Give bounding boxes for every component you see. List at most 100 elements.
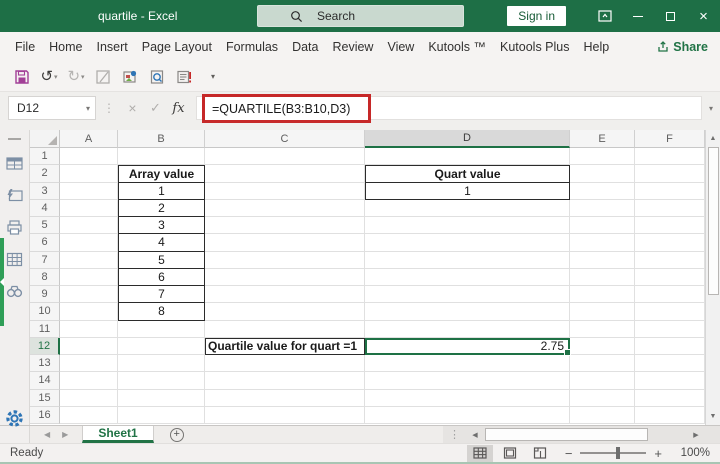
- tab-kutools[interactable]: Kutools ™: [422, 40, 492, 54]
- tab-kutools-plus[interactable]: Kutools Plus: [494, 40, 575, 54]
- previous-sheet-icon[interactable]: ◀: [44, 430, 50, 439]
- scroll-right-icon[interactable]: ▶: [688, 427, 704, 443]
- cell-E9[interactable]: [570, 286, 635, 303]
- cell-A12[interactable]: [60, 338, 118, 355]
- qat-customize-button[interactable]: ▾: [201, 65, 221, 89]
- zoom-in-button[interactable]: +: [654, 446, 662, 461]
- cell-B7[interactable]: 5: [118, 252, 205, 269]
- row-header-16[interactable]: 16: [30, 407, 60, 424]
- column-header-E[interactable]: E: [570, 130, 635, 148]
- cell-E12[interactable]: [570, 338, 635, 355]
- cell-A11[interactable]: [60, 321, 118, 338]
- cell-E15[interactable]: [570, 390, 635, 407]
- row-header-7[interactable]: 7: [30, 252, 60, 269]
- print-preview-button[interactable]: [147, 65, 167, 89]
- next-sheet-icon[interactable]: ▶: [62, 430, 68, 439]
- draw-table-button[interactable]: [93, 65, 113, 89]
- cell-C12[interactable]: Quartile value for quart =1: [205, 338, 365, 355]
- cell-D1[interactable]: [365, 148, 570, 165]
- cell-A8[interactable]: [60, 269, 118, 286]
- search-box[interactable]: Search: [257, 5, 464, 27]
- cell-F13[interactable]: [635, 355, 705, 372]
- row-header-4[interactable]: 4: [30, 200, 60, 217]
- tab-review[interactable]: Review: [326, 40, 379, 54]
- cell-A14[interactable]: [60, 372, 118, 389]
- cell-B3[interactable]: 1: [118, 183, 205, 200]
- cell-D4[interactable]: [365, 200, 570, 217]
- redo-button[interactable]: ↻ ▾: [66, 65, 86, 89]
- cell-E5[interactable]: [570, 217, 635, 234]
- cell-B10[interactable]: 8: [118, 303, 205, 320]
- cell-C1[interactable]: [205, 148, 365, 165]
- cell-F12[interactable]: [635, 338, 705, 355]
- cell-E11[interactable]: [570, 321, 635, 338]
- cell-A10[interactable]: [60, 303, 118, 320]
- row-header-13[interactable]: 13: [30, 355, 60, 372]
- tab-home[interactable]: Home: [43, 40, 88, 54]
- row-header-12[interactable]: 12: [30, 338, 60, 355]
- insert-function-button[interactable]: fx: [167, 101, 190, 116]
- scroll-up-icon[interactable]: ▲: [706, 130, 720, 147]
- cell-D5[interactable]: [365, 217, 570, 234]
- cell-F14[interactable]: [635, 372, 705, 389]
- cell-E14[interactable]: [570, 372, 635, 389]
- cell-C8[interactable]: [205, 269, 365, 286]
- cell-F11[interactable]: [635, 321, 705, 338]
- page-layout-view-button[interactable]: [497, 445, 523, 462]
- new-sheet-button[interactable]: +: [170, 428, 184, 442]
- resources-pane-button[interactable]: [6, 188, 23, 208]
- cell-D6[interactable]: [365, 234, 570, 251]
- cell-D13[interactable]: [365, 355, 570, 372]
- pane-toggle-notch[interactable]: [0, 278, 4, 286]
- row-header-5[interactable]: 5: [30, 217, 60, 234]
- cell-F2[interactable]: [635, 165, 705, 182]
- tab-page-layout[interactable]: Page Layout: [136, 40, 218, 54]
- cell-C5[interactable]: [205, 217, 365, 234]
- horizontal-scroll-track[interactable]: [650, 428, 688, 441]
- formula-input[interactable]: =QUARTILE(B3:B10,D3): [196, 96, 702, 120]
- cell-B16[interactable]: [118, 407, 205, 424]
- cell-A3[interactable]: [60, 183, 118, 200]
- cell-A7[interactable]: [60, 252, 118, 269]
- row-header-3[interactable]: 3: [30, 183, 60, 200]
- cell-D16[interactable]: [365, 407, 570, 424]
- tab-insert[interactable]: Insert: [91, 40, 134, 54]
- column-header-C[interactable]: C: [205, 130, 365, 148]
- cell-B13[interactable]: [118, 355, 205, 372]
- cell-B12[interactable]: [118, 338, 205, 355]
- sheet-tab-sheet1[interactable]: Sheet1: [82, 426, 153, 443]
- cell-C15[interactable]: [205, 390, 365, 407]
- cell-E3[interactable]: [570, 183, 635, 200]
- cancel-entry-button[interactable]: ×: [121, 100, 144, 116]
- row-header-10[interactable]: 10: [30, 303, 60, 320]
- cell-A5[interactable]: [60, 217, 118, 234]
- cell-C2[interactable]: [205, 165, 365, 182]
- cell-C14[interactable]: [205, 372, 365, 389]
- zoom-level[interactable]: 100%: [670, 447, 710, 459]
- tab-view[interactable]: View: [381, 40, 420, 54]
- cell-F1[interactable]: [635, 148, 705, 165]
- cell-A15[interactable]: [60, 390, 118, 407]
- confirm-entry-button[interactable]: ✓: [144, 100, 167, 116]
- cell-B15[interactable]: [118, 390, 205, 407]
- column-list-button[interactable]: [6, 252, 23, 272]
- tab-splitter-icon[interactable]: ⋮: [449, 428, 459, 441]
- row-header-14[interactable]: 14: [30, 372, 60, 389]
- minimize-button[interactable]: [621, 0, 654, 32]
- cell-B5[interactable]: 3: [118, 217, 205, 234]
- cell-C16[interactable]: [205, 407, 365, 424]
- cell-D7[interactable]: [365, 252, 570, 269]
- cell-E13[interactable]: [570, 355, 635, 372]
- cell-D14[interactable]: [365, 372, 570, 389]
- row-header-15[interactable]: 15: [30, 390, 60, 407]
- cell-F3[interactable]: [635, 183, 705, 200]
- cell-D9[interactable]: [365, 286, 570, 303]
- ribbon-display-options-button[interactable]: [588, 0, 621, 32]
- cell-D8[interactable]: [365, 269, 570, 286]
- sign-in-button[interactable]: Sign in: [507, 6, 566, 26]
- scroll-down-icon[interactable]: ▼: [706, 408, 720, 425]
- cell-E8[interactable]: [570, 269, 635, 286]
- cell-E10[interactable]: [570, 303, 635, 320]
- cell-B6[interactable]: 4: [118, 234, 205, 251]
- tab-help[interactable]: Help: [578, 40, 616, 54]
